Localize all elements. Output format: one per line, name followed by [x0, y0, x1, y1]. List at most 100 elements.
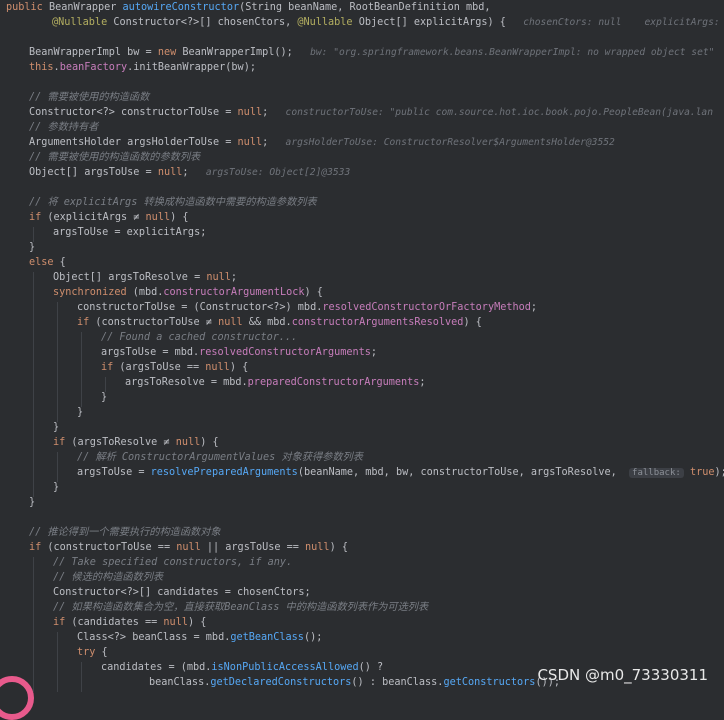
- debug-value-hint: argsToUse: Object[2]@3533: [189, 167, 351, 178]
- code-line[interactable]: argsToUse = explicitArgs;: [53, 225, 206, 240]
- code-token: ;: [531, 302, 537, 313]
- code-token: beanFactory: [60, 62, 127, 73]
- code-line[interactable]: candidates = (mbd.isNonPublicAccessAllow…: [101, 660, 383, 675]
- code-token: ) {: [304, 287, 322, 298]
- code-token: BeanWrapperImpl bw =: [29, 47, 158, 58]
- code-token: () ?: [359, 662, 384, 673]
- code-token: if: [53, 437, 71, 448]
- code-token: argsToUse = mbd.: [101, 347, 199, 358]
- code-line[interactable]: if (argsToUse == null) {: [101, 360, 248, 375]
- code-token: null: [163, 617, 188, 628]
- code-line[interactable]: }: [101, 390, 107, 405]
- indent-guide: [81, 332, 82, 407]
- code-line[interactable]: }: [53, 420, 59, 435]
- code-line[interactable]: beanClass.getDeclaredConstructors() : be…: [149, 675, 560, 690]
- code-line[interactable]: ArgumentsHolder argsHolderToUse = null; …: [29, 135, 615, 150]
- code-token: synchronized: [53, 287, 133, 298]
- code-token: if: [101, 362, 119, 373]
- code-token: resolvePreparedArguments: [151, 467, 298, 478]
- code-line[interactable]: }: [53, 480, 59, 495]
- code-line[interactable]: if (constructorToUse == null || argsToUs…: [29, 540, 348, 555]
- code-line[interactable]: Object[] argsToResolve = null;: [53, 270, 237, 285]
- code-line[interactable]: argsToUse = resolvePreparedArguments(bea…: [77, 465, 724, 480]
- indent-guide: [33, 557, 34, 692]
- code-line[interactable]: // Take specified constructors, if any.: [53, 555, 292, 570]
- code-token: resolvedConstructorOrFactoryMethod: [322, 302, 531, 313]
- code-line[interactable]: public BeanWrapper autowireConstructor(S…: [6, 0, 491, 15]
- code-token: .initBeanWrapper(bw);: [127, 62, 256, 73]
- code-line[interactable]: }: [29, 495, 35, 510]
- code-line[interactable]: // Found a cached constructor...: [101, 330, 297, 345]
- code-line[interactable]: argsToUse = mbd.resolvedConstructorArgum…: [101, 345, 377, 360]
- code-token: Constructor<?>[] chosenCtors,: [113, 17, 297, 28]
- code-token: public: [6, 2, 49, 13]
- debug-value-hint: bw: "org.springframework.beans.BeanWrapp…: [293, 47, 715, 58]
- code-line[interactable]: Class<?> beanClass = mbd.getBeanClass();: [77, 630, 322, 645]
- code-token: || argsToUse ==: [207, 542, 305, 553]
- code-line[interactable]: synchronized (mbd.constructorArgumentLoc…: [53, 285, 323, 300]
- code-token: getConstructors: [443, 677, 535, 688]
- code-token: }: [77, 407, 83, 418]
- code-line[interactable]: if (constructorToUse ≠ null && mbd.const…: [77, 315, 482, 330]
- code-token: null: [218, 317, 249, 328]
- indent-guide: [33, 272, 34, 497]
- code-comment: // 将 explicitArgs 转换成构造函数中需要的构造参数列表: [29, 197, 317, 208]
- code-token: ) {: [200, 437, 218, 448]
- code-line[interactable]: @Nullable Constructor<?>[] chosenCtors, …: [52, 15, 724, 30]
- code-token: (candidates ==: [71, 617, 163, 628]
- code-line[interactable]: else {: [29, 255, 66, 270]
- indent-guide: [81, 662, 82, 692]
- code-token: preparedConstructorArguments: [248, 377, 420, 388]
- code-token: constructorArgumentsResolved: [292, 317, 464, 328]
- code-token: ) {: [230, 362, 248, 373]
- code-token: Object[] argsToResolve =: [53, 272, 206, 283]
- code-token: null: [238, 137, 263, 148]
- code-line[interactable]: Constructor<?>[] candidates = chosenCtor…: [53, 585, 311, 600]
- code-token: Object[] explicitArgs) {: [359, 17, 506, 28]
- code-comment: // 解析 ConstructorArgumentValues 对象获得参数列表: [77, 452, 363, 463]
- code-line[interactable]: constructorToUse = (Constructor<?>) mbd.…: [77, 300, 537, 315]
- code-line[interactable]: // 推论得到一个需要执行的构造函数对象: [29, 525, 221, 540]
- debug-value-hint: argsHolderToUse: ConstructorResolver$Arg…: [268, 137, 615, 148]
- code-line[interactable]: // 参数持有者: [29, 120, 98, 135]
- code-line[interactable]: this.beanFactory.initBeanWrapper(bw);: [29, 60, 256, 75]
- code-line[interactable]: // 需要被使用的构造函数: [29, 90, 149, 105]
- code-token: @Nullable: [52, 17, 113, 28]
- code-token: BeanWrapper: [49, 2, 123, 13]
- code-token: }: [53, 482, 59, 493]
- code-line[interactable]: if (argsToResolve ≠ null) {: [53, 435, 219, 450]
- code-token: constructorToUse = (Constructor<?>) mbd.: [77, 302, 322, 313]
- code-token: null: [206, 272, 231, 283]
- code-line[interactable]: // 解析 ConstructorArgumentValues 对象获得参数列表: [77, 450, 363, 465]
- code-token: argsToUse = explicitArgs;: [53, 227, 206, 238]
- indent-guide: [57, 452, 58, 482]
- code-token: ();: [304, 632, 322, 643]
- code-line[interactable]: Object[] argsToUse = null; argsToUse: Ob…: [29, 165, 350, 180]
- code-line[interactable]: }: [29, 240, 35, 255]
- code-editor[interactable]: public BeanWrapper autowireConstructor(S…: [0, 0, 724, 692]
- code-token: BeanWrapperImpl();: [182, 47, 292, 58]
- code-line[interactable]: if (candidates == null) {: [53, 615, 206, 630]
- code-line[interactable]: if (explicitArgs ≠ null) {: [29, 210, 189, 225]
- code-token: {: [102, 647, 108, 658]
- code-line[interactable]: // 候选的构造函数列表: [53, 570, 163, 585]
- code-line[interactable]: BeanWrapperImpl bw = new BeanWrapperImpl…: [29, 45, 714, 60]
- code-token: argsToResolve = mbd.: [125, 377, 248, 388]
- code-token: (explicitArgs ≠: [47, 212, 145, 223]
- code-token: resolvedConstructorArguments: [199, 347, 371, 358]
- code-line[interactable]: }: [77, 405, 83, 420]
- code-line[interactable]: try {: [77, 645, 108, 660]
- code-token: ;: [231, 272, 237, 283]
- code-token: null: [205, 362, 230, 373]
- code-line[interactable]: // 如果构造函数集合为空，直接获取BeanClass 中的构造函数列表作为可选…: [53, 600, 428, 615]
- code-line[interactable]: argsToResolve = mbd.preparedConstructorA…: [125, 375, 426, 390]
- code-line[interactable]: // 需要被使用的构造函数的参数列表: [29, 150, 200, 165]
- code-token: new: [158, 47, 183, 58]
- code-token: candidates = (mbd.: [101, 662, 211, 673]
- code-line[interactable]: // 将 explicitArgs 转换成构造函数中需要的构造参数列表: [29, 195, 317, 210]
- indent-guide: [57, 302, 58, 422]
- code-token: ) {: [463, 317, 481, 328]
- code-token: getDeclaredConstructors: [210, 677, 351, 688]
- code-token: }: [101, 392, 107, 403]
- code-line[interactable]: Constructor<?> constructorToUse = null; …: [29, 105, 713, 120]
